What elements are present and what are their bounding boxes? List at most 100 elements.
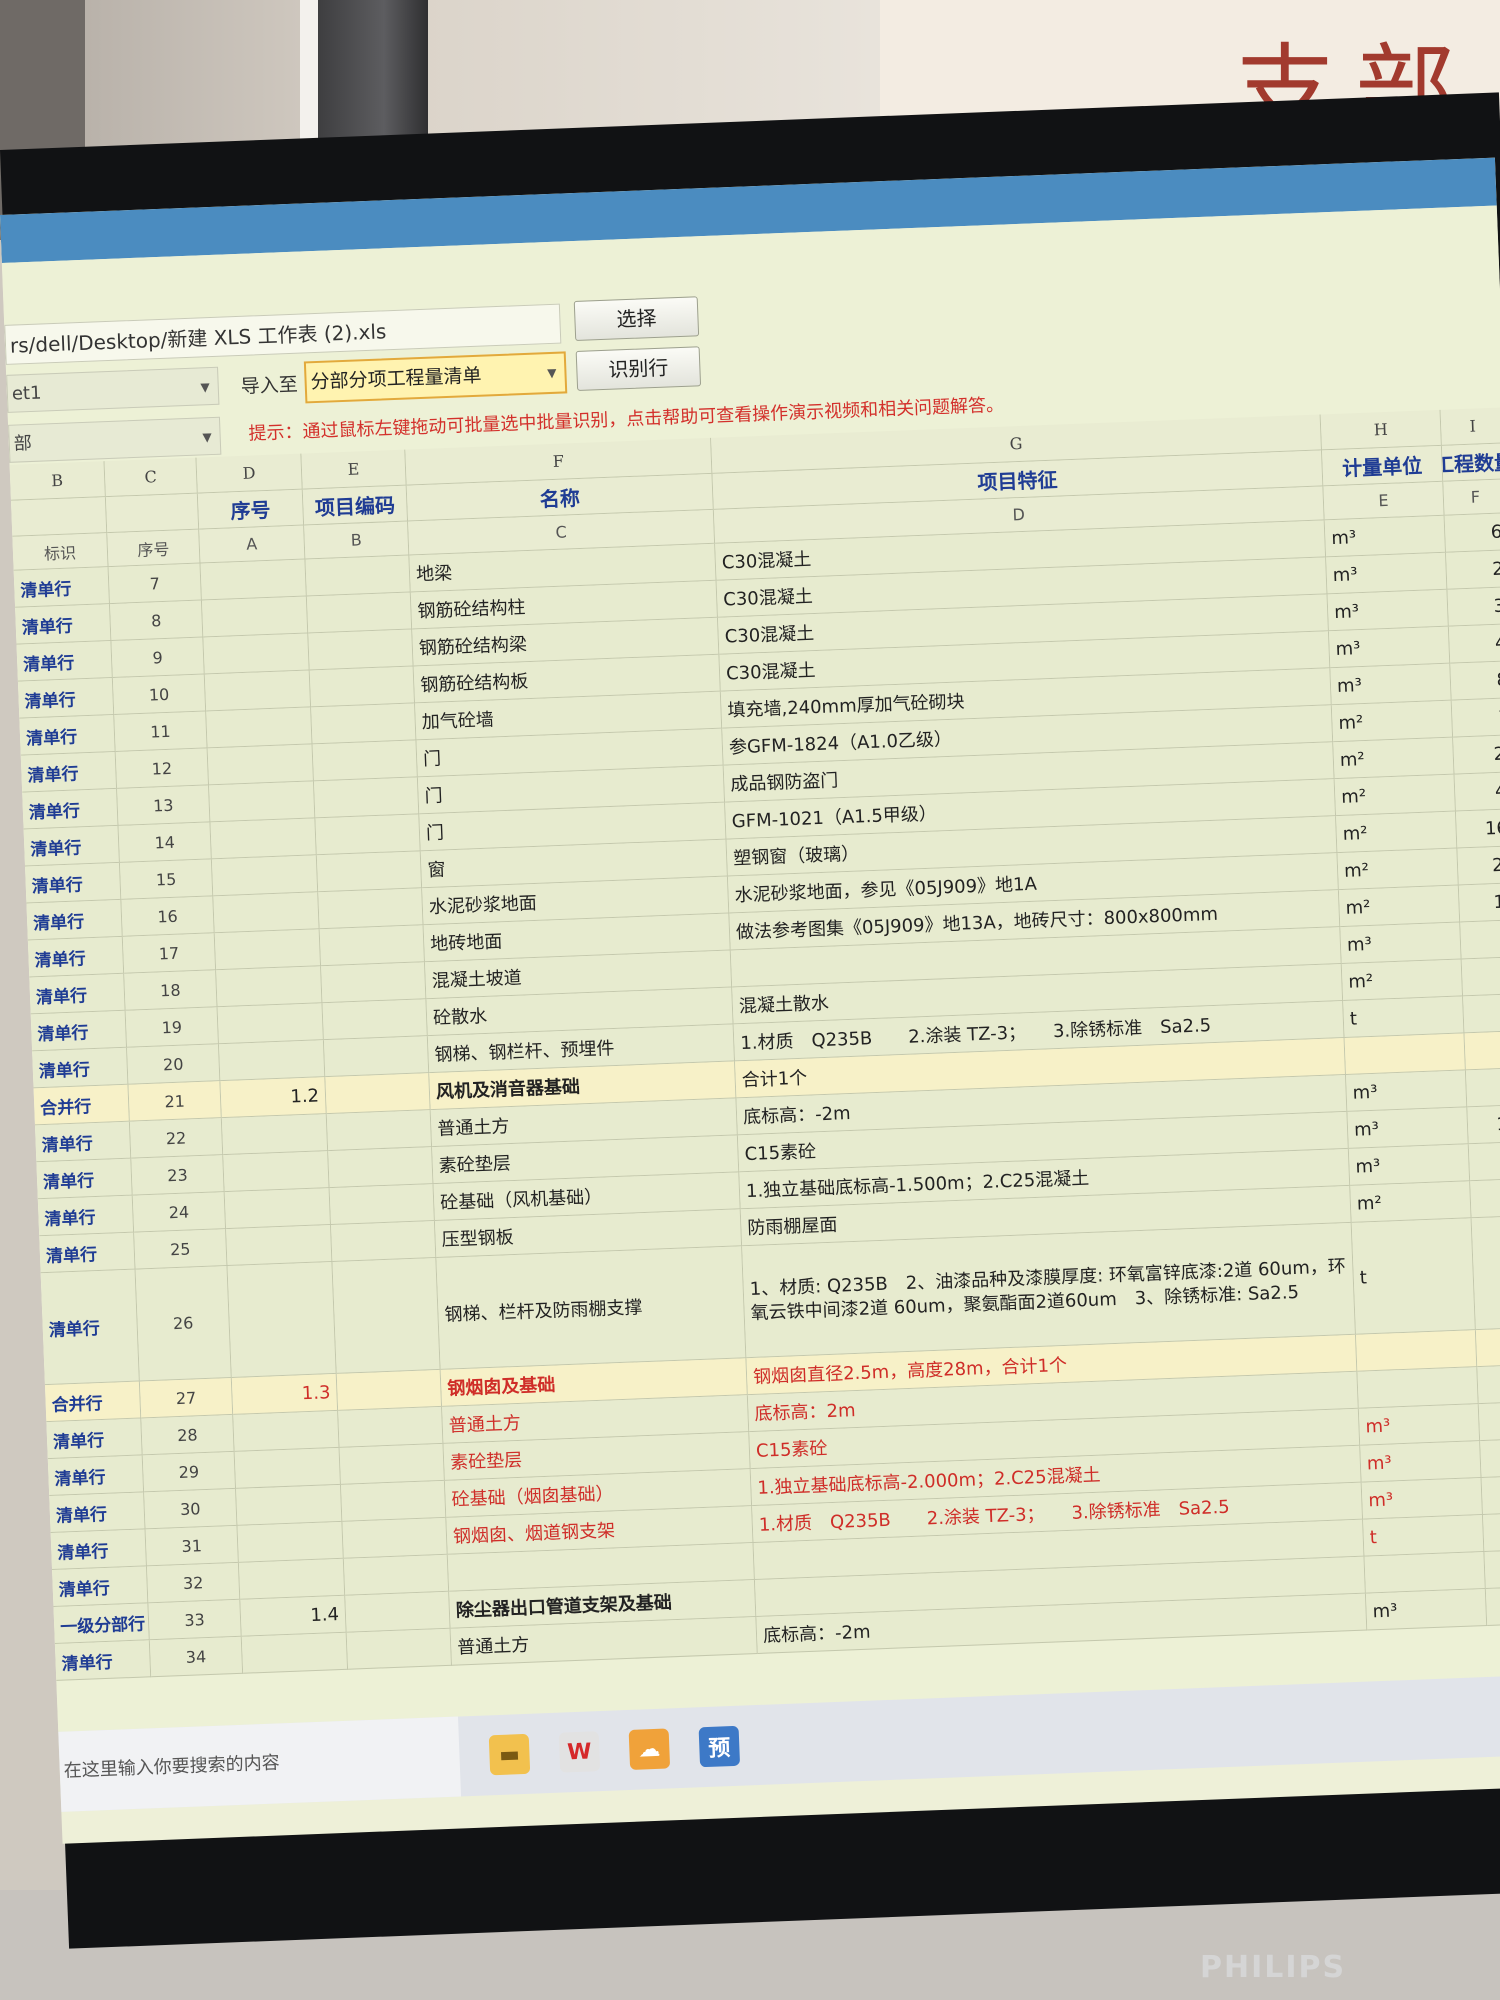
quantity-cell[interactable] [1484, 1549, 1500, 1589]
seq-cell[interactable] [233, 1410, 340, 1452]
spreadsheet-grid[interactable]: B C D E F G H I 序号 项目编码 名称 项目特征 计量单位 工程数… [9, 407, 1500, 1681]
row-number-cell[interactable]: 15 [119, 859, 214, 900]
code-cell[interactable] [318, 888, 424, 930]
row-number-cell[interactable]: 28 [141, 1414, 235, 1456]
seq-cell[interactable] [210, 818, 317, 860]
row-type-cell[interactable]: 清单行 [36, 1158, 133, 1200]
row-type-cell[interactable]: 清单行 [50, 1529, 147, 1571]
seq-cell[interactable] [211, 855, 319, 897]
quantity-cell[interactable]: 30 [1481, 1475, 1500, 1516]
quantity-cell[interactable]: 2. [1453, 735, 1500, 775]
quantity-cell[interactable]: 2 [1446, 550, 1500, 590]
unit-cell[interactable]: m³ [1324, 515, 1447, 558]
quantity-cell[interactable]: 16. [1455, 809, 1500, 849]
unit-cell[interactable]: m³ [1361, 1478, 1483, 1520]
quantity-cell[interactable] [1475, 1327, 1500, 1368]
col-letter[interactable]: D [196, 453, 303, 494]
code-cell[interactable] [323, 1036, 430, 1078]
seq-cell[interactable] [217, 1003, 324, 1045]
code-cell[interactable] [343, 1554, 450, 1596]
quantity-cell[interactable]: 10 [1458, 883, 1500, 923]
row-number-cell[interactable]: 10 [112, 674, 207, 715]
code-cell[interactable] [345, 1591, 451, 1633]
row-number-cell[interactable]: 21 [128, 1081, 222, 1122]
mapping-cell[interactable]: E [1323, 481, 1445, 521]
import-target-select[interactable]: 分部分项工程量清单 ▼ [303, 351, 568, 404]
seq-cell[interactable] [218, 1040, 326, 1082]
seq-cell[interactable]: 1.2 [220, 1077, 327, 1119]
unit-cell[interactable]: m³ [1365, 1588, 1488, 1631]
unit-cell[interactable]: m² [1334, 774, 1456, 817]
mapping-cell[interactable]: F [1443, 479, 1500, 516]
code-cell[interactable] [312, 740, 418, 782]
quantity-cell[interactable]: 21 [1457, 846, 1500, 886]
seq-cell[interactable] [216, 966, 323, 1008]
row-number-cell[interactable]: 8 [110, 600, 204, 642]
unit-cell[interactable]: m³ [1330, 663, 1452, 706]
unit-cell[interactable]: m³ [1348, 1144, 1471, 1186]
row-number-cell[interactable]: 22 [129, 1118, 224, 1159]
seq-cell[interactable] [224, 1188, 332, 1230]
unit-cell[interactable]: m³ [1326, 552, 1448, 595]
quantity-cell[interactable]: 40 [1465, 1067, 1500, 1108]
quantity-cell[interactable]: 1 [1463, 993, 1500, 1034]
seq-cell[interactable] [213, 892, 320, 934]
code-cell[interactable] [315, 814, 421, 856]
quantity-cell[interactable]: 3 [1461, 956, 1500, 997]
row-number-cell[interactable]: 29 [142, 1451, 237, 1493]
code-cell[interactable] [326, 1110, 433, 1152]
unit-cell[interactable]: m² [1338, 885, 1461, 928]
seq-cell[interactable] [204, 670, 312, 712]
row-type-cell[interactable]: 清单行 [19, 714, 116, 756]
row-type-cell[interactable]: 清单行 [52, 1566, 149, 1607]
unit-cell[interactable] [1364, 1552, 1486, 1594]
part-select[interactable]: 部 ▼ [8, 416, 222, 463]
quantity-cell[interactable]: 60 [1485, 1586, 1500, 1626]
row-number-cell[interactable]: 13 [117, 785, 211, 826]
row-type-cell[interactable]: 清单行 [23, 825, 120, 867]
unit-cell[interactable]: m² [1341, 959, 1464, 1002]
row-number-cell[interactable]: 17 [122, 933, 217, 974]
seq-cell[interactable] [237, 1521, 344, 1563]
seq-cell[interactable] [227, 1262, 337, 1378]
row-number-cell[interactable]: 18 [124, 970, 218, 1011]
quantity-cell[interactable]: 4 [1448, 624, 1500, 664]
sheet-select[interactable]: et1 ▼ [6, 366, 220, 413]
code-cell[interactable] [305, 555, 411, 597]
quantity-cell[interactable]: 2 [1460, 920, 1500, 960]
row-type-cell[interactable]: 清单行 [26, 899, 123, 941]
seq-cell[interactable] [207, 744, 314, 786]
seq-cell[interactable] [214, 929, 322, 971]
row-type-cell[interactable]: 清单行 [25, 862, 122, 904]
unit-cell[interactable]: t [1351, 1218, 1476, 1335]
seq-cell[interactable] [201, 596, 309, 638]
row-number-cell[interactable]: 32 [146, 1562, 241, 1604]
code-cell[interactable] [319, 925, 425, 967]
row-type-cell[interactable]: 清单行 [27, 936, 125, 978]
row-number-cell[interactable]: 31 [145, 1525, 239, 1567]
mapping-cell[interactable]: 序号 [107, 529, 201, 568]
wps-icon[interactable]: W [558, 1731, 601, 1773]
taskbar-search[interactable]: 在这里输入你要搜索的内容 [58, 1716, 462, 1812]
code-cell[interactable] [309, 666, 416, 708]
row-type-cell[interactable]: 清单行 [30, 1010, 128, 1052]
seq-cell[interactable] [203, 633, 310, 675]
unit-cell[interactable] [1357, 1367, 1479, 1409]
row-type-cell[interactable]: 清单行 [32, 1047, 129, 1089]
seq-cell[interactable] [206, 707, 313, 749]
mapping-cell[interactable]: 标识 [12, 533, 109, 571]
seq-cell[interactable]: 1.4 [240, 1595, 347, 1637]
quantity-cell[interactable]: 1 [1451, 698, 1500, 738]
quantity-cell[interactable]: 3 [1447, 587, 1500, 627]
unit-cell[interactable]: m² [1350, 1181, 1472, 1223]
row-number-cell[interactable]: 7 [108, 563, 202, 605]
seq-cell[interactable] [200, 559, 307, 601]
cloud-icon[interactable]: ☁ [628, 1728, 671, 1770]
row-type-cell[interactable]: 清单行 [54, 1640, 152, 1681]
row-type-cell[interactable]: 清单行 [13, 567, 111, 608]
code-cell[interactable] [342, 1517, 448, 1559]
unit-cell[interactable] [1344, 1033, 1466, 1075]
row-type-cell[interactable]: 清单行 [15, 604, 112, 645]
code-cell[interactable] [328, 1147, 434, 1189]
code-cell[interactable] [332, 1258, 441, 1374]
